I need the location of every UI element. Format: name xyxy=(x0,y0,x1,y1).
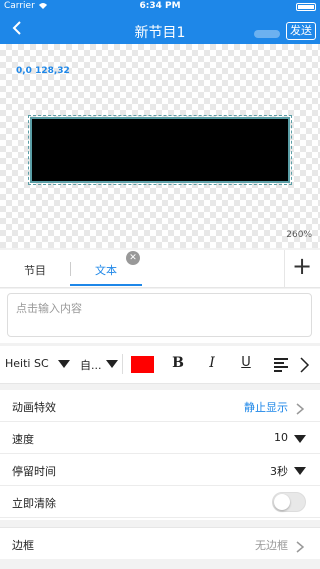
settings-list: 动画特效 静止显示 速度 10 停留时间 3秒 立即清除 xyxy=(0,390,320,520)
content-tabs: 节目 文本 ✕ + xyxy=(0,250,320,288)
text-color-swatch[interactable] xyxy=(131,356,154,373)
border-row[interactable]: 边框 无边框 xyxy=(0,527,320,559)
clear-row: 立即清除 xyxy=(0,486,320,518)
animation-row[interactable]: 动画特效 静止显示 xyxy=(0,390,320,422)
dwell-row[interactable]: 停留时间 3秒 xyxy=(0,454,320,486)
clear-label: 立即清除 xyxy=(12,497,56,510)
toggle-knob xyxy=(274,494,290,510)
speed-value: 10 xyxy=(274,431,288,444)
speed-label: 速度 xyxy=(12,433,34,446)
underline-button[interactable]: U xyxy=(236,355,256,370)
animation-label: 动画特效 xyxy=(12,401,56,414)
border-label: 边框 xyxy=(12,539,34,552)
status-time: 6:34 PM xyxy=(139,1,181,11)
preview-canvas: 0,0 128,32 260% xyxy=(0,44,320,248)
tab-text[interactable]: 文本 xyxy=(95,262,117,278)
app-screen: Carrier 6:34 PM 新节目1 发送 0,0 128,32 260% … xyxy=(0,0,320,569)
speed-row[interactable]: 速度 10 xyxy=(0,422,320,454)
dwell-value: 3秒 xyxy=(270,465,288,478)
dropdown-icon[interactable] xyxy=(294,467,306,475)
status-bar: Carrier 6:34 PM xyxy=(0,0,320,14)
font-family-select[interactable]: Heiti SC xyxy=(5,357,49,370)
italic-button[interactable]: I xyxy=(202,355,222,371)
clear-toggle[interactable] xyxy=(272,492,306,512)
battery-icon xyxy=(296,3,316,11)
active-tab-indicator xyxy=(70,284,142,286)
align-left-icon[interactable] xyxy=(274,358,288,372)
tab-program[interactable]: 节目 xyxy=(24,262,46,278)
add-divider xyxy=(284,250,285,288)
dropdown-icon[interactable] xyxy=(294,435,306,443)
toolbar-divider xyxy=(122,354,123,374)
dwell-label: 停留时间 xyxy=(12,465,56,478)
tab-divider xyxy=(70,262,71,276)
chevron-right-icon xyxy=(296,400,306,415)
header: Carrier 6:34 PM 新节目1 发送 xyxy=(0,0,320,44)
font-size-select[interactable]: 自... xyxy=(80,357,102,373)
coordinates-readout: 0,0 128,32 xyxy=(16,66,70,76)
bold-button[interactable]: B xyxy=(168,355,188,371)
chevron-right-icon xyxy=(296,538,306,553)
chevron-right-icon[interactable] xyxy=(298,356,312,374)
close-tab-icon[interactable]: ✕ xyxy=(126,251,140,265)
cloud-decoration-icon xyxy=(254,30,280,38)
format-toolbar: Heiti SC 自... B I U xyxy=(0,346,320,384)
text-input-section: 点击输入内容 xyxy=(0,289,320,343)
led-screen-area[interactable] xyxy=(28,115,292,185)
zoom-level: 260% xyxy=(286,230,312,240)
font-dropdown-icon[interactable] xyxy=(58,360,70,368)
border-value: 无边框 xyxy=(255,539,288,552)
add-content-button[interactable]: + xyxy=(290,254,314,278)
size-dropdown-icon[interactable] xyxy=(106,360,118,368)
content-text-input[interactable]: 点击输入内容 xyxy=(7,293,312,337)
animation-value: 静止显示 xyxy=(244,401,288,414)
send-button[interactable]: 发送 xyxy=(286,22,316,40)
